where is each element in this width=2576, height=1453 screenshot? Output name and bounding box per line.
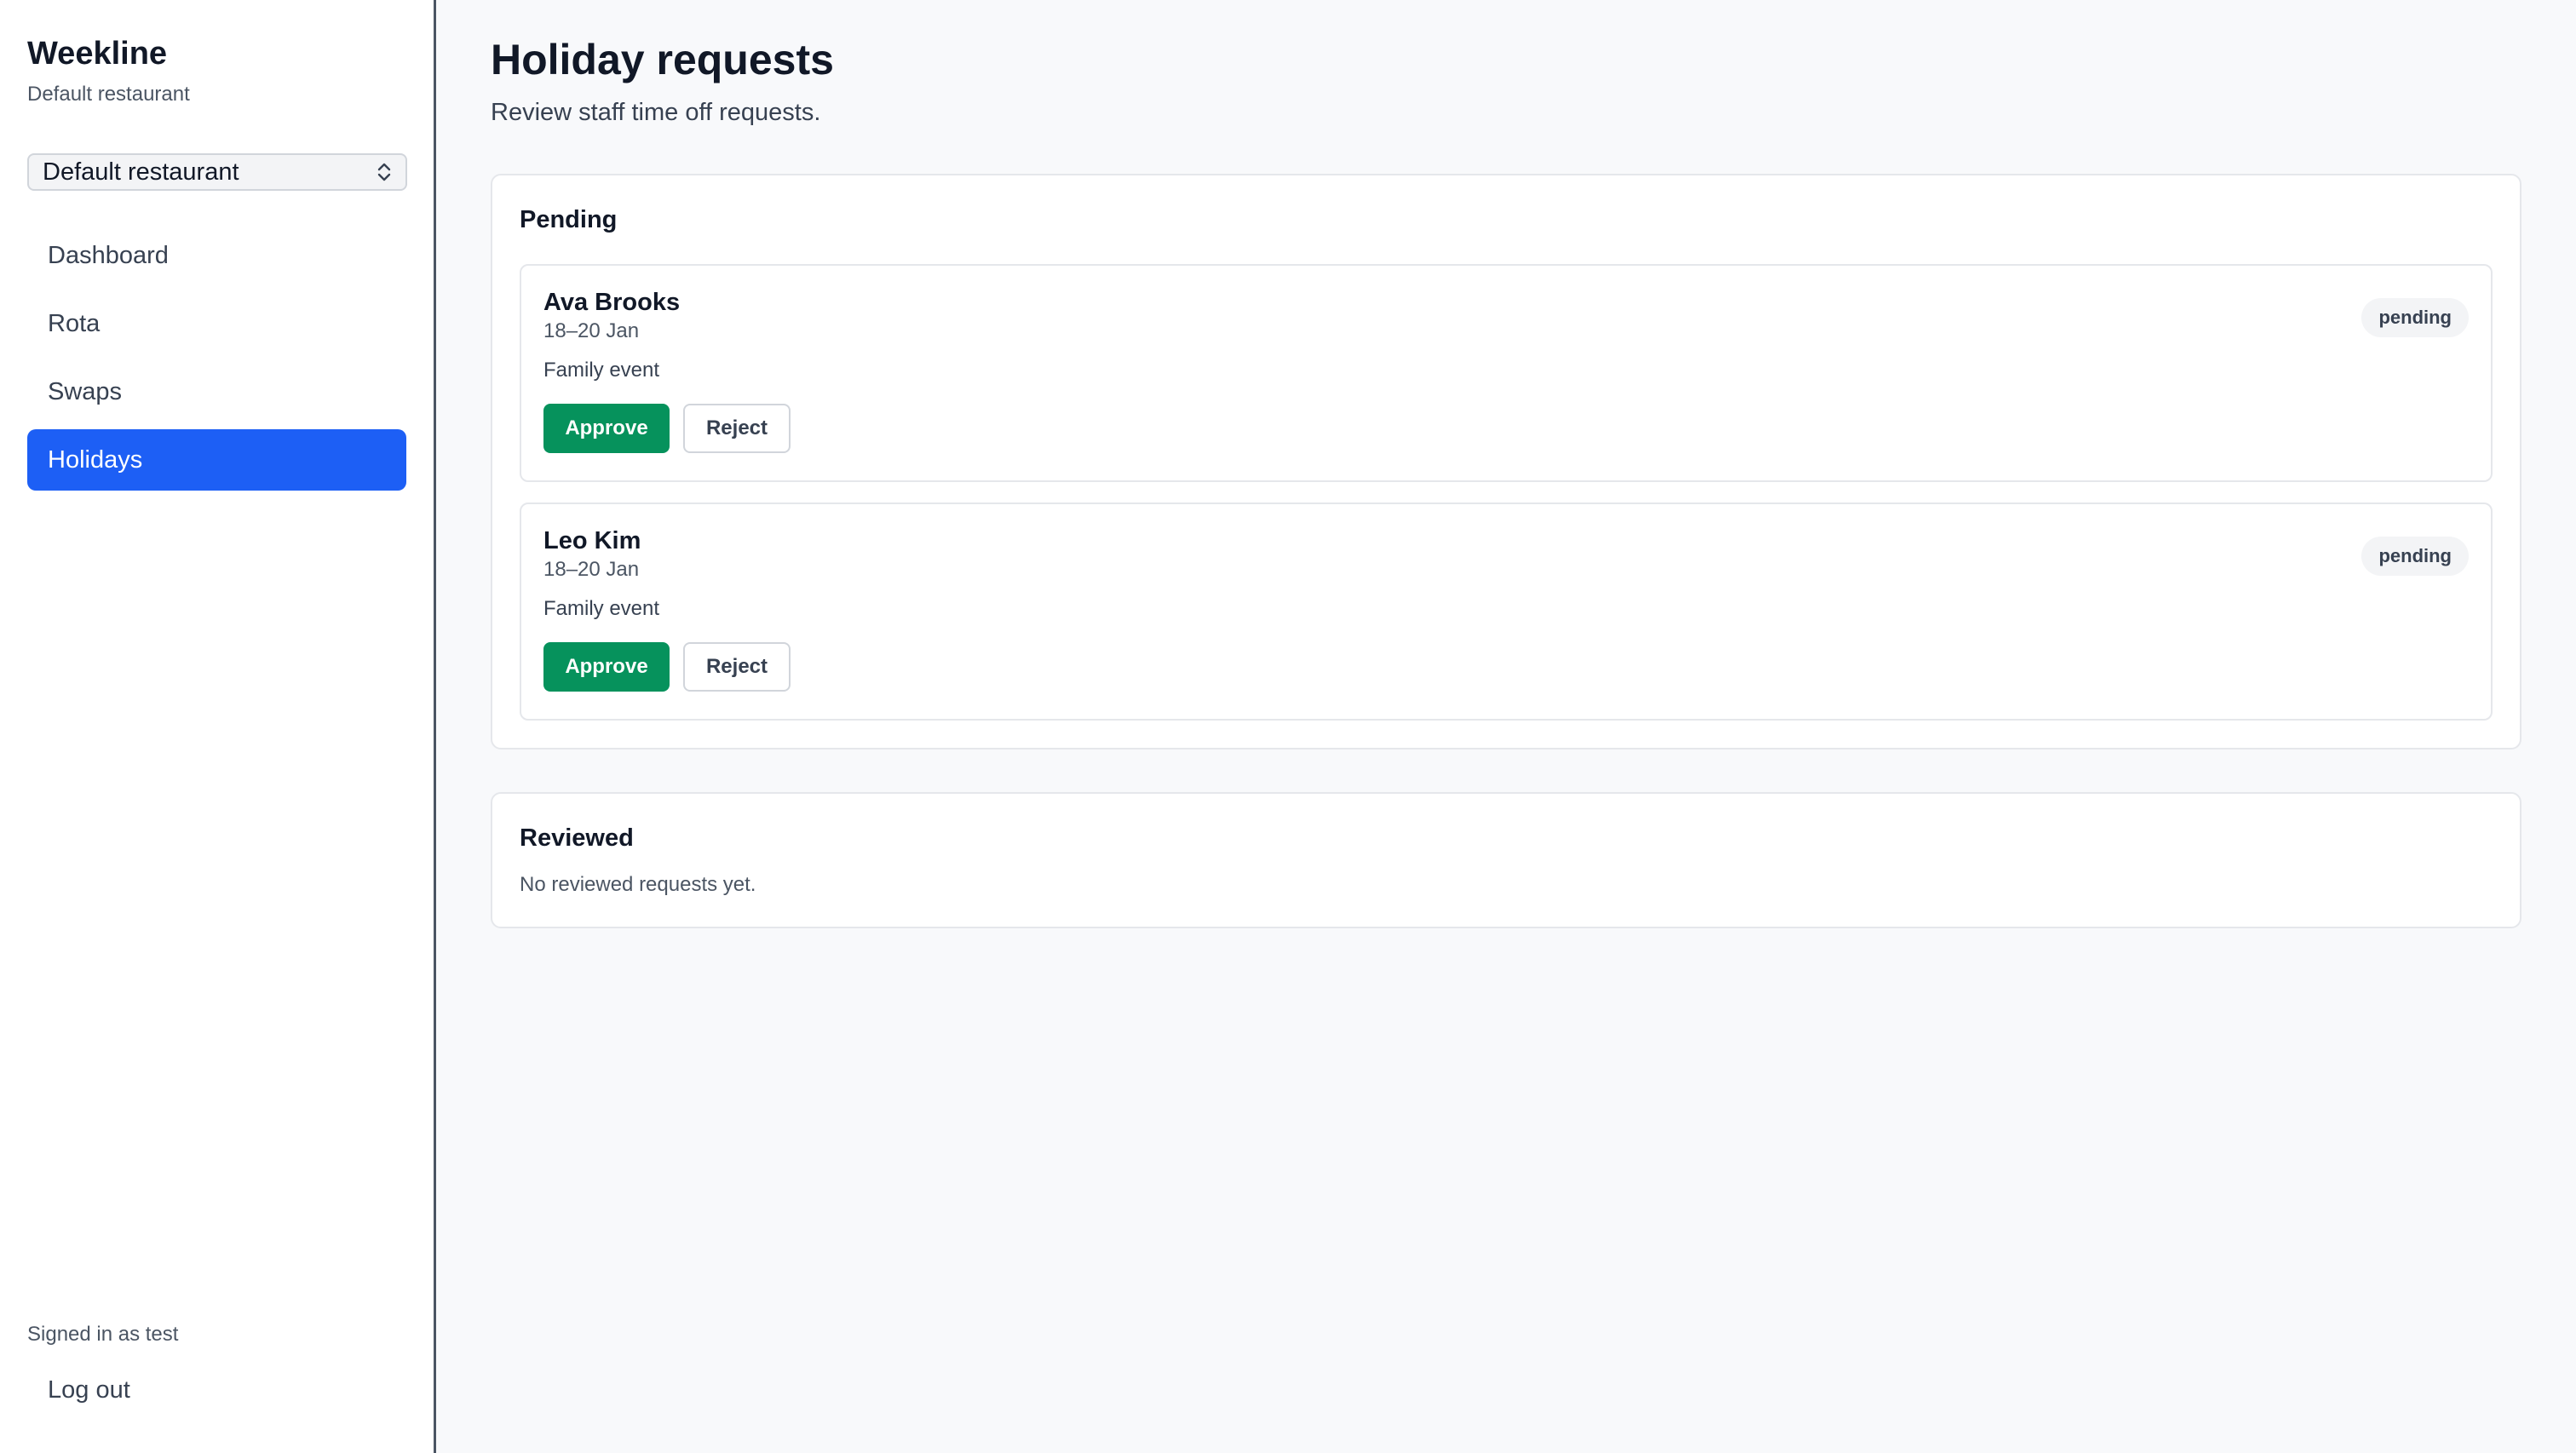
request-actions: Approve Reject — [543, 404, 2469, 453]
brand-subtitle: Default restaurant — [27, 83, 190, 106]
reviewed-card: Reviewed No reviewed requests yet. — [491, 792, 2521, 928]
reject-button[interactable]: Reject — [683, 642, 791, 692]
status-badge: pending — [2361, 537, 2469, 576]
sidebar-item-swaps[interactable]: Swaps — [27, 361, 406, 422]
request-item: Leo Kim 18–20 Jan Family event pending A… — [520, 503, 2493, 721]
request-dates: 18–20 Jan — [543, 558, 640, 581]
pending-card: Pending Ava Brooks 18–20 Jan Family even… — [491, 174, 2521, 749]
approve-button[interactable]: Approve — [543, 404, 670, 453]
page-subtitle: Review staff time off requests. — [491, 99, 821, 126]
restaurant-select[interactable]: Default restaurant — [27, 153, 407, 191]
request-name: Ava Brooks — [543, 289, 681, 316]
request-reason: Family event — [543, 359, 660, 382]
reviewed-title: Reviewed — [520, 824, 634, 852]
reject-button[interactable]: Reject — [683, 404, 791, 453]
request-dates: 18–20 Jan — [543, 319, 640, 342]
logout-button[interactable]: Log out — [27, 1359, 407, 1421]
request-item: Ava Brooks 18–20 Jan Family event pendin… — [520, 264, 2493, 482]
request-name: Leo Kim — [543, 527, 641, 554]
reviewed-empty-text: No reviewed requests yet. — [520, 873, 756, 896]
restaurant-select-value: Default restaurant — [43, 158, 239, 186]
sidebar-nav: Dashboard Rota Swaps Holidays — [27, 225, 406, 491]
brand-title: Weekline — [27, 36, 168, 72]
sidebar-footer: Signed in as test Log out — [27, 1322, 407, 1453]
sidebar: Weekline Default restaurant Default rest… — [0, 0, 436, 1453]
chevron-updown-icon — [377, 163, 391, 181]
signed-in-text: Signed in as test — [27, 1323, 179, 1346]
request-reason: Family event — [543, 597, 660, 620]
sidebar-item-dashboard[interactable]: Dashboard — [27, 225, 406, 286]
app-root: Weekline Default restaurant Default rest… — [0, 0, 2576, 1453]
main-content: Holiday requests Review staff time off r… — [436, 0, 2576, 1453]
request-actions: Approve Reject — [543, 642, 2469, 692]
status-badge: pending — [2361, 298, 2469, 337]
sidebar-item-rota[interactable]: Rota — [27, 293, 406, 354]
pending-title: Pending — [520, 206, 618, 233]
sidebar-item-holidays[interactable]: Holidays — [27, 429, 406, 491]
page-title: Holiday requests — [491, 36, 834, 83]
approve-button[interactable]: Approve — [543, 642, 670, 692]
